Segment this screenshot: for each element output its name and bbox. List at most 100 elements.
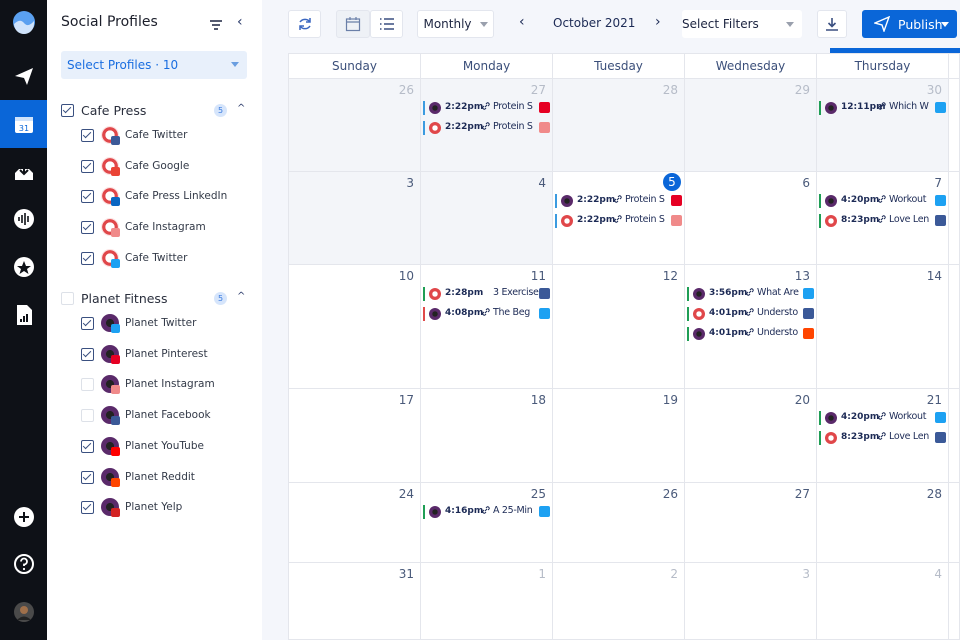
profile-checkbox[interactable] xyxy=(81,470,94,484)
profile-checkbox[interactable] xyxy=(81,378,94,392)
day-cell[interactable]: 7 4:20pm Workout 8:23pm Love Len xyxy=(817,172,949,265)
scheduled-post[interactable]: 4:16pm A 25-Min xyxy=(423,505,550,519)
day-cell[interactable]: 1 xyxy=(421,563,553,640)
day-cell[interactable]: 29 xyxy=(685,79,817,172)
day-cell[interactable]: 30 12:11pm Which W xyxy=(817,79,949,172)
group-checkbox[interactable] xyxy=(61,104,74,117)
profile-item[interactable]: Planet Reddit xyxy=(81,467,251,488)
help-icon[interactable] xyxy=(0,544,47,584)
group-checkbox[interactable] xyxy=(61,292,74,305)
day-cell[interactable]: 27 2:22pm Protein S 2:22pm Protein S xyxy=(421,79,553,172)
download-button[interactable] xyxy=(817,10,847,38)
profile-item[interactable]: Planet YouTube xyxy=(81,436,251,457)
scheduled-post[interactable]: 2:28pm 3 Exercises xyxy=(423,287,550,301)
scheduled-post[interactable]: 2:22pm Protein S xyxy=(555,214,682,228)
reviews-star-icon[interactable] xyxy=(0,247,47,287)
profile-item[interactable]: Cafe Google xyxy=(81,156,251,177)
filters-dropdown[interactable]: Select Filters xyxy=(682,10,802,38)
profile-checkbox[interactable] xyxy=(81,439,94,453)
listening-icon[interactable] xyxy=(0,199,47,239)
profile-checkbox[interactable] xyxy=(81,347,94,361)
profile-item[interactable]: Planet Yelp xyxy=(81,498,251,518)
day-cell[interactable]: 18 xyxy=(421,389,553,483)
scheduled-post[interactable]: 8:23pm Love Len xyxy=(819,214,946,228)
profile-checkbox[interactable] xyxy=(81,251,94,265)
profile-item[interactable]: Cafe Twitter xyxy=(81,248,251,269)
day-cell[interactable]: 25 4:16pm A 25-Min xyxy=(421,483,553,563)
chevron-up-icon[interactable]: ^ xyxy=(237,103,245,114)
scheduled-post[interactable]: 3:56pm What Are xyxy=(687,287,814,301)
avatar[interactable] xyxy=(0,592,47,632)
scheduled-post[interactable]: 2:22pm Protein S xyxy=(423,101,550,115)
day-cell[interactable]: 4 xyxy=(817,563,949,640)
scheduled-post[interactable]: 12:11pm Which W xyxy=(819,101,946,115)
day-cell[interactable]: 5 2:22pm Protein S 2:22pm Protein S xyxy=(553,172,685,265)
view-mode-dropdown[interactable]: Monthly xyxy=(417,10,494,38)
inbox-icon[interactable] xyxy=(0,152,47,192)
profile-checkbox[interactable] xyxy=(81,221,94,235)
scheduled-post[interactable]: 8:23pm Love Len xyxy=(819,431,946,445)
select-profiles-dropdown[interactable]: Select Profiles · 10 xyxy=(61,51,247,79)
scheduled-post[interactable]: 4:01pm Understo xyxy=(687,327,814,341)
profile-item[interactable]: Planet Instagram xyxy=(81,375,251,395)
profile-checkbox[interactable] xyxy=(81,159,94,173)
profile-item[interactable]: Cafe Twitter xyxy=(81,126,251,146)
scheduled-post[interactable]: 4:08pm The Beg xyxy=(423,307,550,321)
prev-month-button[interactable]: ‹ xyxy=(519,14,525,30)
profile-checkbox[interactable] xyxy=(81,129,94,142)
profile-item[interactable]: Planet Twitter xyxy=(81,314,251,334)
chevron-up-icon[interactable]: ^ xyxy=(237,291,245,302)
scheduled-post[interactable]: 4:20pm Workout xyxy=(819,194,946,208)
profile-checkbox[interactable] xyxy=(81,501,94,515)
day-cell[interactable]: 6 xyxy=(685,172,817,265)
day-cell[interactable]: 19 xyxy=(553,389,685,483)
day-cell[interactable] xyxy=(949,265,960,389)
day-cell[interactable]: 20 xyxy=(685,389,817,483)
day-cell[interactable]: 2 xyxy=(553,563,685,640)
day-cell[interactable]: 21 4:20pm Workout 8:23pm Love Len xyxy=(817,389,949,483)
profile-checkbox[interactable] xyxy=(81,409,94,423)
day-cell[interactable]: 31 xyxy=(289,563,421,640)
list-view-button[interactable] xyxy=(370,10,403,38)
calendar-view-button[interactable] xyxy=(336,10,370,38)
publish-button[interactable]: Publish xyxy=(862,10,957,38)
profile-item[interactable]: Planet Facebook xyxy=(81,406,251,426)
next-month-button[interactable]: › xyxy=(655,14,661,30)
day-cell[interactable] xyxy=(949,483,960,563)
logo-icon[interactable] xyxy=(0,2,47,42)
day-cell[interactable] xyxy=(949,79,960,172)
day-cell[interactable] xyxy=(949,563,960,640)
day-cell[interactable]: 24 xyxy=(289,483,421,563)
day-cell[interactable]: 3 xyxy=(289,172,421,265)
day-cell[interactable]: 4 xyxy=(421,172,553,265)
profile-item[interactable]: Cafe Instagram xyxy=(81,218,251,238)
profile-item[interactable]: Planet Pinterest xyxy=(81,344,251,365)
day-cell[interactable] xyxy=(949,389,960,483)
add-icon[interactable] xyxy=(0,497,47,537)
day-cell[interactable]: 14 xyxy=(817,265,949,389)
scheduled-post[interactable]: 4:01pm Understo xyxy=(687,307,814,321)
day-cell[interactable]: 11 2:28pm 3 Exercises 4:08pm The Beg xyxy=(421,265,553,389)
day-cell[interactable]: 13 3:56pm What Are 4:01pm Understo 4:01pm Unde… xyxy=(685,265,817,389)
day-cell[interactable]: 28 xyxy=(817,483,949,563)
day-cell[interactable]: 17 xyxy=(289,389,421,483)
scheduled-post[interactable]: 2:22pm Protein S xyxy=(555,194,682,208)
report-icon[interactable] xyxy=(0,295,47,335)
scheduled-post[interactable]: 4:20pm Workout xyxy=(819,411,946,425)
day-cell[interactable]: 28 xyxy=(553,79,685,172)
day-cell[interactable]: 10 xyxy=(289,265,421,389)
day-cell[interactable] xyxy=(949,172,960,265)
scheduled-post[interactable]: 2:22pm Protein S xyxy=(423,121,550,135)
day-cell[interactable]: 3 xyxy=(685,563,817,640)
profile-item[interactable]: Cafe Press LinkedIn xyxy=(81,187,251,207)
send-icon[interactable] xyxy=(0,56,47,96)
day-cell[interactable]: 27 xyxy=(685,483,817,563)
filter-icon[interactable] xyxy=(209,16,223,35)
calendar-icon[interactable]: 31 xyxy=(0,100,47,148)
day-cell[interactable]: 26 xyxy=(553,483,685,563)
day-cell[interactable]: 26 xyxy=(289,79,421,172)
profile-checkbox[interactable] xyxy=(81,317,94,330)
refresh-button[interactable] xyxy=(288,10,321,38)
profile-checkbox[interactable] xyxy=(81,190,94,204)
day-cell[interactable]: 12 xyxy=(553,265,685,389)
